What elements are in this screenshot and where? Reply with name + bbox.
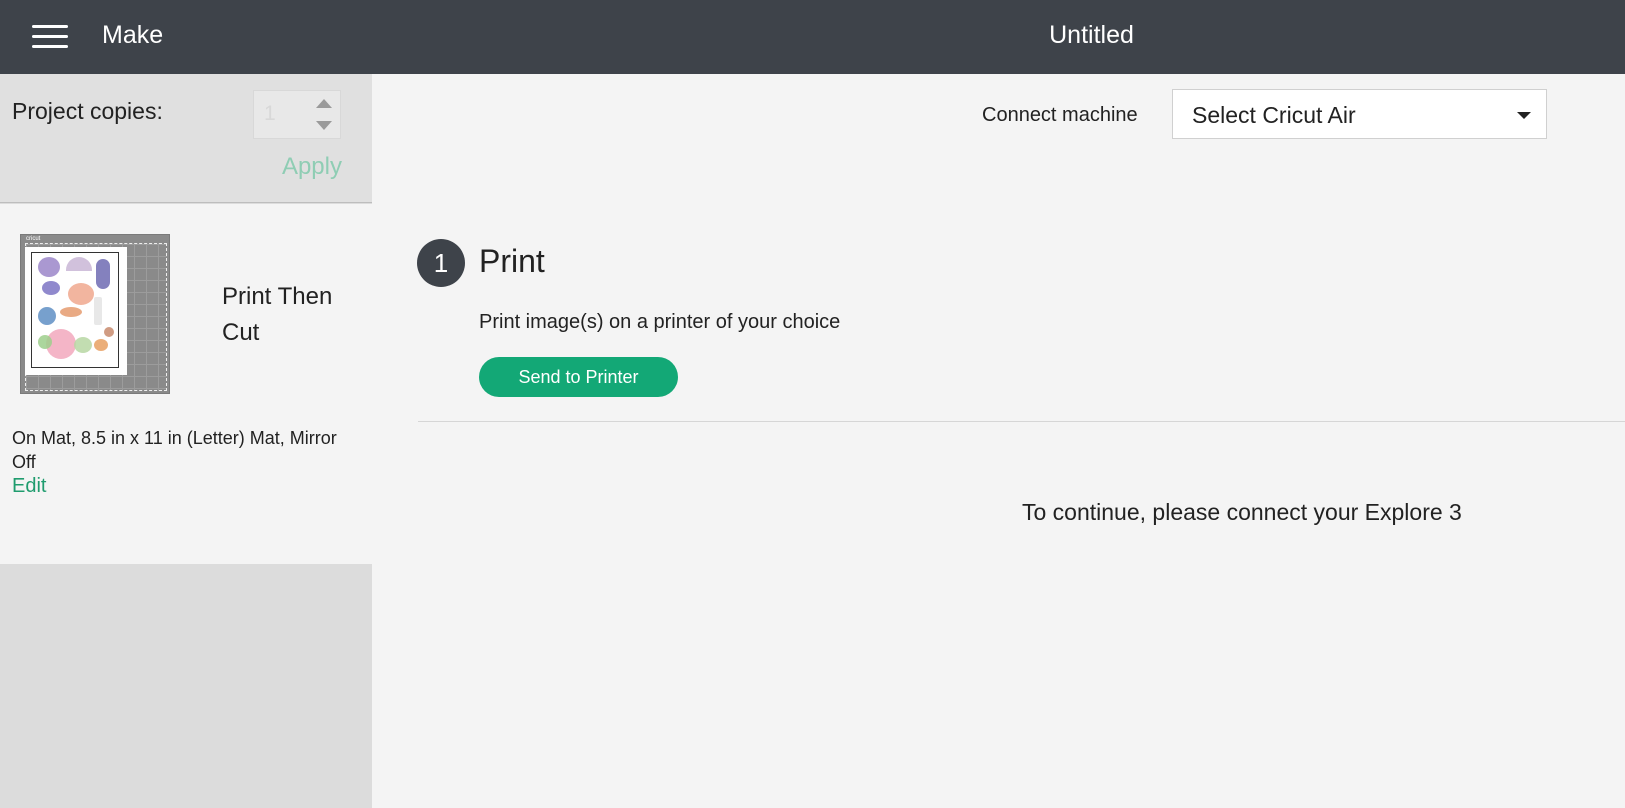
document-title[interactable]: Untitled	[1049, 21, 1134, 49]
project-copies-label: Project copies:	[12, 98, 163, 124]
stepper-up-arrow-icon[interactable]	[316, 99, 332, 108]
mat-paper-preview	[25, 247, 127, 375]
sidebar: Project copies: Apply cricut	[0, 74, 372, 808]
print-artwork-preview	[31, 252, 119, 368]
connect-machine-label: Connect machine	[982, 104, 1138, 126]
connect-machine-message: To continue, please connect your Explore…	[1022, 499, 1462, 525]
edit-mat-link[interactable]: Edit	[12, 475, 46, 498]
step-divider	[418, 421, 1625, 422]
step-number-badge: 1	[417, 239, 465, 287]
apply-button[interactable]: Apply	[282, 153, 342, 181]
cricut-logo: cricut	[26, 236, 41, 242]
step-title: Print	[479, 243, 545, 279]
copies-input[interactable]	[264, 102, 312, 126]
mat-card[interactable]: cricut Print Then Cut On Mat, 8.5 in x 1…	[0, 204, 372, 564]
machine-select-dropdown[interactable]: Select Cricut Air	[1172, 89, 1547, 139]
copies-stepper[interactable]	[253, 90, 341, 139]
machine-select-value: Select Cricut Air	[1192, 102, 1356, 128]
step-description: Print image(s) on a printer of your choi…	[479, 311, 841, 333]
chevron-down-icon	[1517, 112, 1531, 119]
mat-description: On Mat, 8.5 in x 11 in (Letter) Mat, Mir…	[12, 428, 337, 472]
app-title: Make	[102, 21, 164, 49]
stepper-down-arrow-icon[interactable]	[316, 121, 332, 130]
send-to-printer-button[interactable]: Send to Printer	[479, 357, 678, 397]
top-bar: Make Untitled	[0, 0, 1625, 74]
main-content: Connect machine Select Cricut Air 1 Prin…	[372, 74, 1625, 808]
mat-name: Print Then Cut	[222, 283, 333, 346]
project-copies-panel: Project copies: Apply	[0, 74, 372, 203]
hamburger-menu-icon[interactable]	[32, 24, 68, 50]
mat-preview-thumbnail[interactable]: cricut	[20, 234, 170, 394]
